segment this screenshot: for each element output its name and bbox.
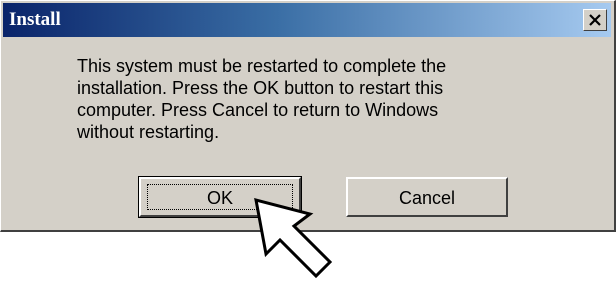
message-line: without restarting. (77, 122, 220, 142)
close-button[interactable] (583, 9, 607, 31)
message-line: computer. Press Cancel to return to Wind… (77, 100, 439, 120)
restart-message: This system must be restarted to complet… (77, 55, 577, 143)
arrow-cursor-icon (254, 197, 333, 279)
message-line: installation. Press the OK button to res… (77, 78, 444, 98)
title-bar[interactable]: Install (3, 3, 611, 37)
close-icon (589, 14, 601, 26)
cancel-button[interactable]: Cancel (346, 177, 508, 217)
message-line: This system must be restarted to complet… (77, 56, 447, 76)
cancel-button-label: Cancel (398, 188, 456, 208)
dialog-title: Install (9, 9, 61, 30)
